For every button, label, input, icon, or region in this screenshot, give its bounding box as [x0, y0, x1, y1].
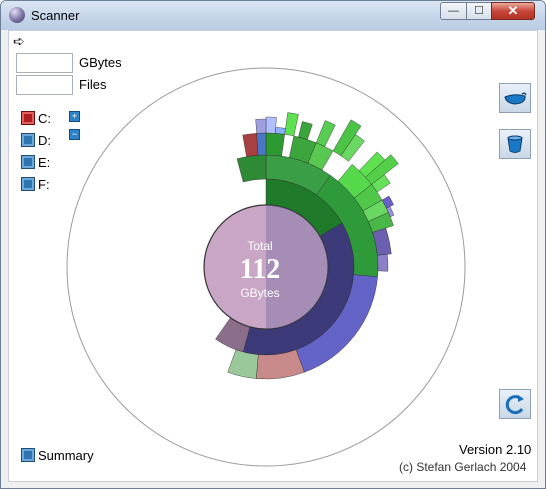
sunburst-segment[interactable] — [255, 118, 267, 134]
center-total-value: 112 — [240, 254, 280, 285]
collapse-minus-button[interactable]: − — [69, 129, 80, 140]
window-title: Scanner — [31, 8, 80, 23]
tub-icon — [504, 92, 527, 105]
tub-button[interactable] — [499, 83, 531, 113]
gbytes-label: GBytes — [79, 55, 122, 70]
summary-icon — [21, 448, 35, 462]
drive-label: E: — [38, 154, 51, 170]
disk-usage-sunburst[interactable]: Total 112 GBytes — [9, 31, 539, 483]
sunburst-segment[interactable] — [377, 254, 389, 272]
center-caption-top: Total — [247, 239, 272, 253]
drive-label: D: — [38, 132, 51, 148]
arrow-right-icon[interactable]: ➪ — [13, 34, 35, 48]
refresh-button[interactable] — [499, 389, 531, 419]
client-area: Total 112 GBytes ➪ GBytes Files C: D: E:… — [8, 30, 538, 482]
expand-plus-button[interactable]: + — [69, 111, 80, 122]
files-field — [16, 75, 73, 95]
maximize-button[interactable]: ☐ — [466, 2, 492, 20]
sunburst-segment[interactable] — [265, 116, 277, 134]
drive-e[interactable]: E: — [21, 154, 50, 170]
cup-button[interactable] — [499, 129, 531, 159]
sunburst-segment[interactable] — [275, 127, 286, 135]
files-label: Files — [79, 77, 107, 92]
close-button[interactable]: ✕ — [491, 2, 535, 20]
copyright-text: (c) Stefan Gerlach 2004 — [399, 460, 527, 474]
summary-item[interactable]: Summary — [21, 447, 94, 463]
summary-label: Summary — [38, 447, 94, 463]
sunburst-segment[interactable] — [265, 132, 285, 157]
app-icon — [9, 7, 25, 23]
drive-label: C: — [38, 110, 51, 126]
drive-d[interactable]: D: — [21, 132, 51, 148]
title-bar: Scanner — ☐ ✕ — [1, 1, 545, 30]
drive-c[interactable]: C: — [21, 110, 51, 126]
cup-icon — [507, 135, 523, 153]
gbytes-field — [16, 53, 73, 73]
minimize-button[interactable]: — — [440, 2, 467, 20]
sunburst-segment[interactable] — [256, 132, 267, 156]
drive-icon — [21, 111, 35, 125]
drive-label: F: — [38, 176, 50, 192]
center-caption-bottom: GBytes — [240, 286, 279, 300]
drive-icon — [21, 133, 35, 147]
drive-icon — [21, 155, 35, 169]
drive-f[interactable]: F: — [21, 176, 50, 192]
refresh-icon — [505, 395, 524, 415]
drive-icon — [21, 177, 35, 191]
version-text: Version 2.10 — [459, 442, 532, 457]
scanner-window: Scanner — ☐ ✕ Total 112 GBytes ➪ GBytes … — [0, 0, 546, 489]
